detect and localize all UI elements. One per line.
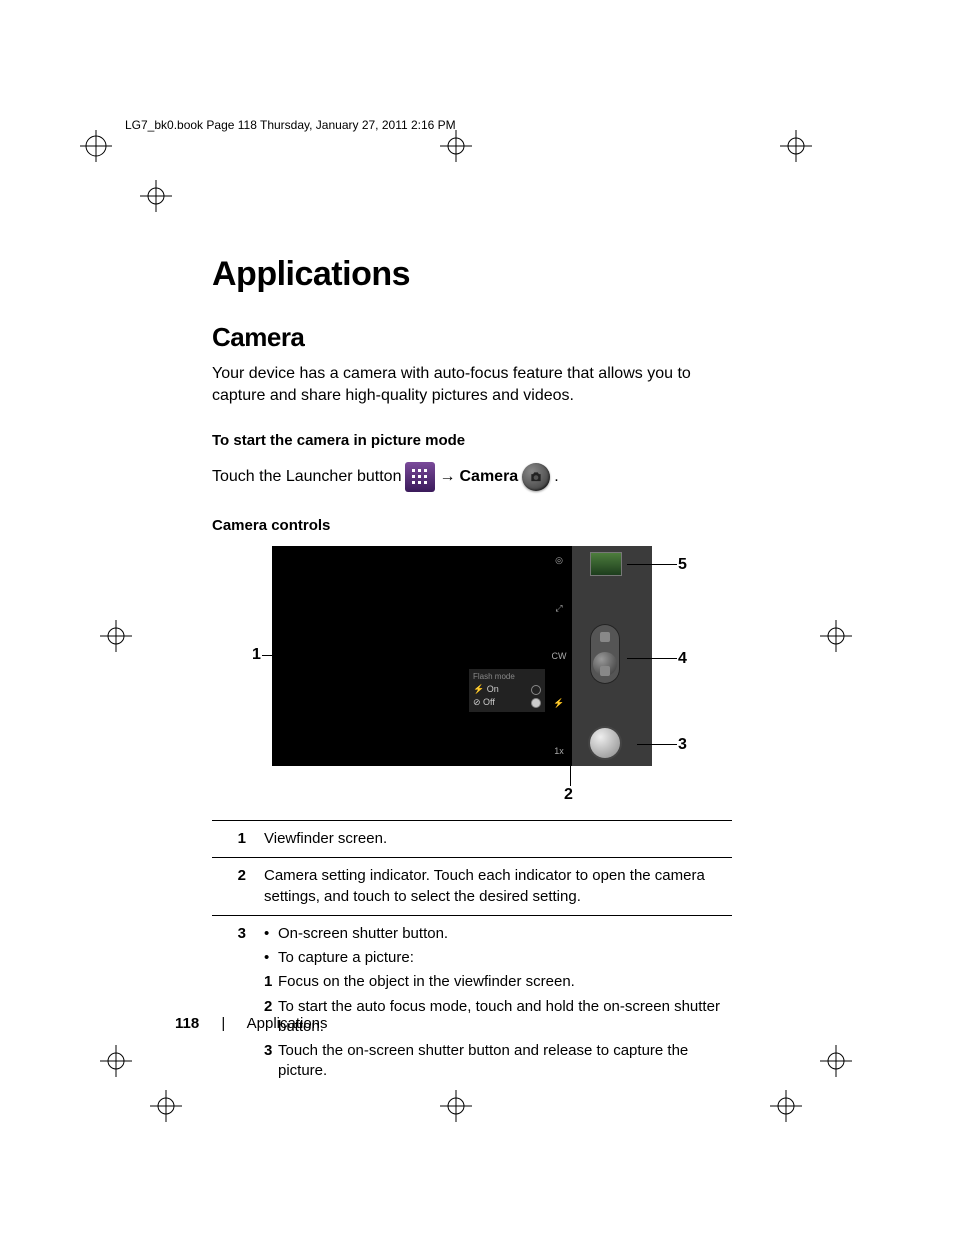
page-title: Applications [212, 255, 732, 294]
leader-4 [627, 658, 677, 659]
callout-3: 3 [678, 736, 687, 754]
table-row: 3 On-screen shutter button. To capture a… [212, 915, 732, 1093]
callout-1: 1 [252, 646, 261, 664]
leader-5 [627, 564, 677, 565]
page-number: 118 [175, 1015, 199, 1032]
camera-mock: ◎ ⤢ CW ⚡ 1x Flash mode ⚡ On ⊘ Off [272, 546, 652, 766]
row-text: On-screen shutter button. To capture a p… [258, 915, 732, 1093]
list-item: To start the auto focus mode, touch and … [264, 997, 726, 1038]
registration-mark-icon [820, 620, 852, 652]
shutter-button [590, 728, 620, 758]
launcher-icon [405, 462, 435, 492]
section-heading: Camera [212, 322, 732, 353]
video-mode-icon [600, 632, 610, 642]
footer-section: Applications [247, 1015, 328, 1032]
list-item: Touch the on-screen shutter button and r… [264, 1041, 726, 1082]
flash-option-on: ⚡ On [473, 683, 541, 696]
table-row: 1 Viewfinder screen. [212, 821, 732, 858]
list-item: To capture a picture: [264, 948, 726, 968]
registration-mark-icon [100, 1045, 132, 1077]
indicator-color-label: CW [552, 652, 567, 661]
callout-5: 5 [678, 556, 687, 574]
row-number: 3 [212, 915, 258, 1093]
flash-popup-title: Flash mode [473, 672, 541, 681]
launch-prefix: Touch the Launcher button [212, 461, 401, 493]
registration-mark-icon [150, 1090, 182, 1122]
page-footer: 118 | Applications [175, 1015, 328, 1032]
arrow-glyph: → [439, 461, 455, 493]
registration-mark-icon [140, 180, 172, 212]
registration-mark-icon [440, 130, 472, 162]
camera-figure: ◎ ⤢ CW ⚡ 1x Flash mode ⚡ On ⊘ Off [212, 546, 732, 806]
photo-mode-icon [600, 666, 610, 676]
camera-icon [522, 463, 550, 491]
row-number: 1 [212, 821, 258, 858]
subhead-camera-controls: Camera controls [212, 517, 732, 534]
mode-switch [590, 624, 620, 684]
settings-indicator-strip: ◎ ⤢ CW ⚡ 1x [548, 546, 570, 766]
registration-mark-icon [780, 130, 812, 162]
leader-1 [262, 655, 274, 656]
registration-mark-icon [770, 1090, 802, 1122]
indicator-flash-icon: ⚡ [553, 699, 564, 708]
print-header: LG7_bk0.book Page 118 Thursday, January … [125, 118, 456, 132]
callout-2: 2 [564, 786, 573, 804]
list-item: Focus on the object in the viewfinder sc… [264, 972, 726, 992]
registration-mark-icon [820, 1045, 852, 1077]
flash-option-off: ⊘ Off [473, 696, 541, 709]
leader-2 [570, 766, 571, 786]
registration-mark-icon [440, 1090, 472, 1122]
controls-table: 1 Viewfinder screen. 2 Camera setting in… [212, 820, 732, 1094]
launch-instruction: Touch the Launcher button → Camera . [212, 461, 732, 493]
row-number: 2 [212, 858, 258, 916]
viewfinder-area [272, 546, 572, 766]
indicator-wb-icon: ◎ [555, 556, 563, 565]
period: . [554, 461, 558, 493]
list-item: On-screen shutter button. [264, 924, 726, 944]
intro-paragraph: Your device has a camera with auto-focus… [212, 363, 732, 406]
leader-3 [637, 744, 677, 745]
row-text: Camera setting indicator. Touch each ind… [258, 858, 732, 916]
camera-word: Camera [459, 461, 518, 493]
thumbnail-preview [590, 552, 622, 576]
registration-mark-icon [80, 130, 112, 162]
table-row: 2 Camera setting indicator. Touch each i… [212, 858, 732, 916]
indicator-exposure-icon: ⤢ [555, 604, 562, 613]
subhead-start-camera: To start the camera in picture mode [212, 432, 732, 449]
flash-mode-popup: Flash mode ⚡ On ⊘ Off [468, 668, 546, 713]
callout-4: 4 [678, 650, 687, 668]
indicator-zoom-label: 1x [554, 747, 564, 756]
row-text: Viewfinder screen. [258, 821, 732, 858]
registration-mark-icon [100, 620, 132, 652]
footer-separator: | [221, 1015, 225, 1032]
